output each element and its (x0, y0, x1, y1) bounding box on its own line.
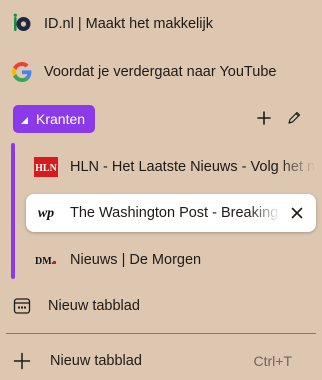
new-tab-page-icon (10, 294, 34, 318)
tab-title: Nieuws | De Morgen (70, 252, 202, 268)
tab-group-tools (254, 108, 304, 128)
new-tab-label: Nieuw tabblad (50, 353, 142, 369)
tab-title: The Washington Post - Breaking news (70, 205, 280, 221)
pencil-icon[interactable] (284, 108, 304, 128)
tab-washington-post[interactable]: wp The Washington Post - Breaking news (26, 194, 316, 232)
tab-group-name: Kranten (36, 111, 86, 127)
tab-group-color-bar (11, 143, 15, 279)
washington-post-logo-icon: wp (34, 201, 58, 225)
hln-logo-icon: HLN (34, 155, 58, 179)
close-icon[interactable] (286, 202, 308, 224)
tab-de-morgen[interactable]: DM. Nieuws | De Morgen (26, 241, 316, 279)
plus-icon[interactable] (254, 108, 274, 128)
de-morgen-logo-icon: DM. (34, 248, 58, 272)
tab-hln[interactable]: HLN HLN - Het Laatste Nieuws - Volg het … (26, 148, 316, 186)
google-logo-icon (10, 60, 34, 84)
new-tab-button[interactable]: Nieuw tabblad Ctrl+T (10, 344, 316, 378)
tab-google[interactable]: Voordat je verdergaat naar YouTube (10, 54, 316, 90)
collapse-triangle-icon (21, 116, 28, 124)
svg-text:wp: wp (38, 206, 54, 221)
svg-text:HLN: HLN (35, 163, 57, 174)
tab-title: HLN - Het Laatste Nieuws - Volg het nieu… (70, 159, 316, 175)
keyboard-shortcut: Ctrl+T (253, 353, 293, 369)
svg-text:DM.: DM. (35, 256, 55, 267)
tab-new-tab-page[interactable]: Nieuw tabblad (10, 288, 316, 324)
tab-title: Nieuw tabblad (48, 298, 140, 314)
tab-idnl[interactable]: ID.nl | Maakt het makkelijk (10, 6, 316, 42)
divider (6, 333, 316, 334)
tab-title: Voordat je verdergaat naar YouTube (44, 64, 277, 80)
idnl-logo-icon (10, 12, 34, 36)
plus-icon (10, 349, 34, 373)
tab-title: ID.nl | Maakt het makkelijk (44, 16, 213, 32)
tab-group-chip-kranten[interactable]: Kranten (13, 105, 96, 133)
